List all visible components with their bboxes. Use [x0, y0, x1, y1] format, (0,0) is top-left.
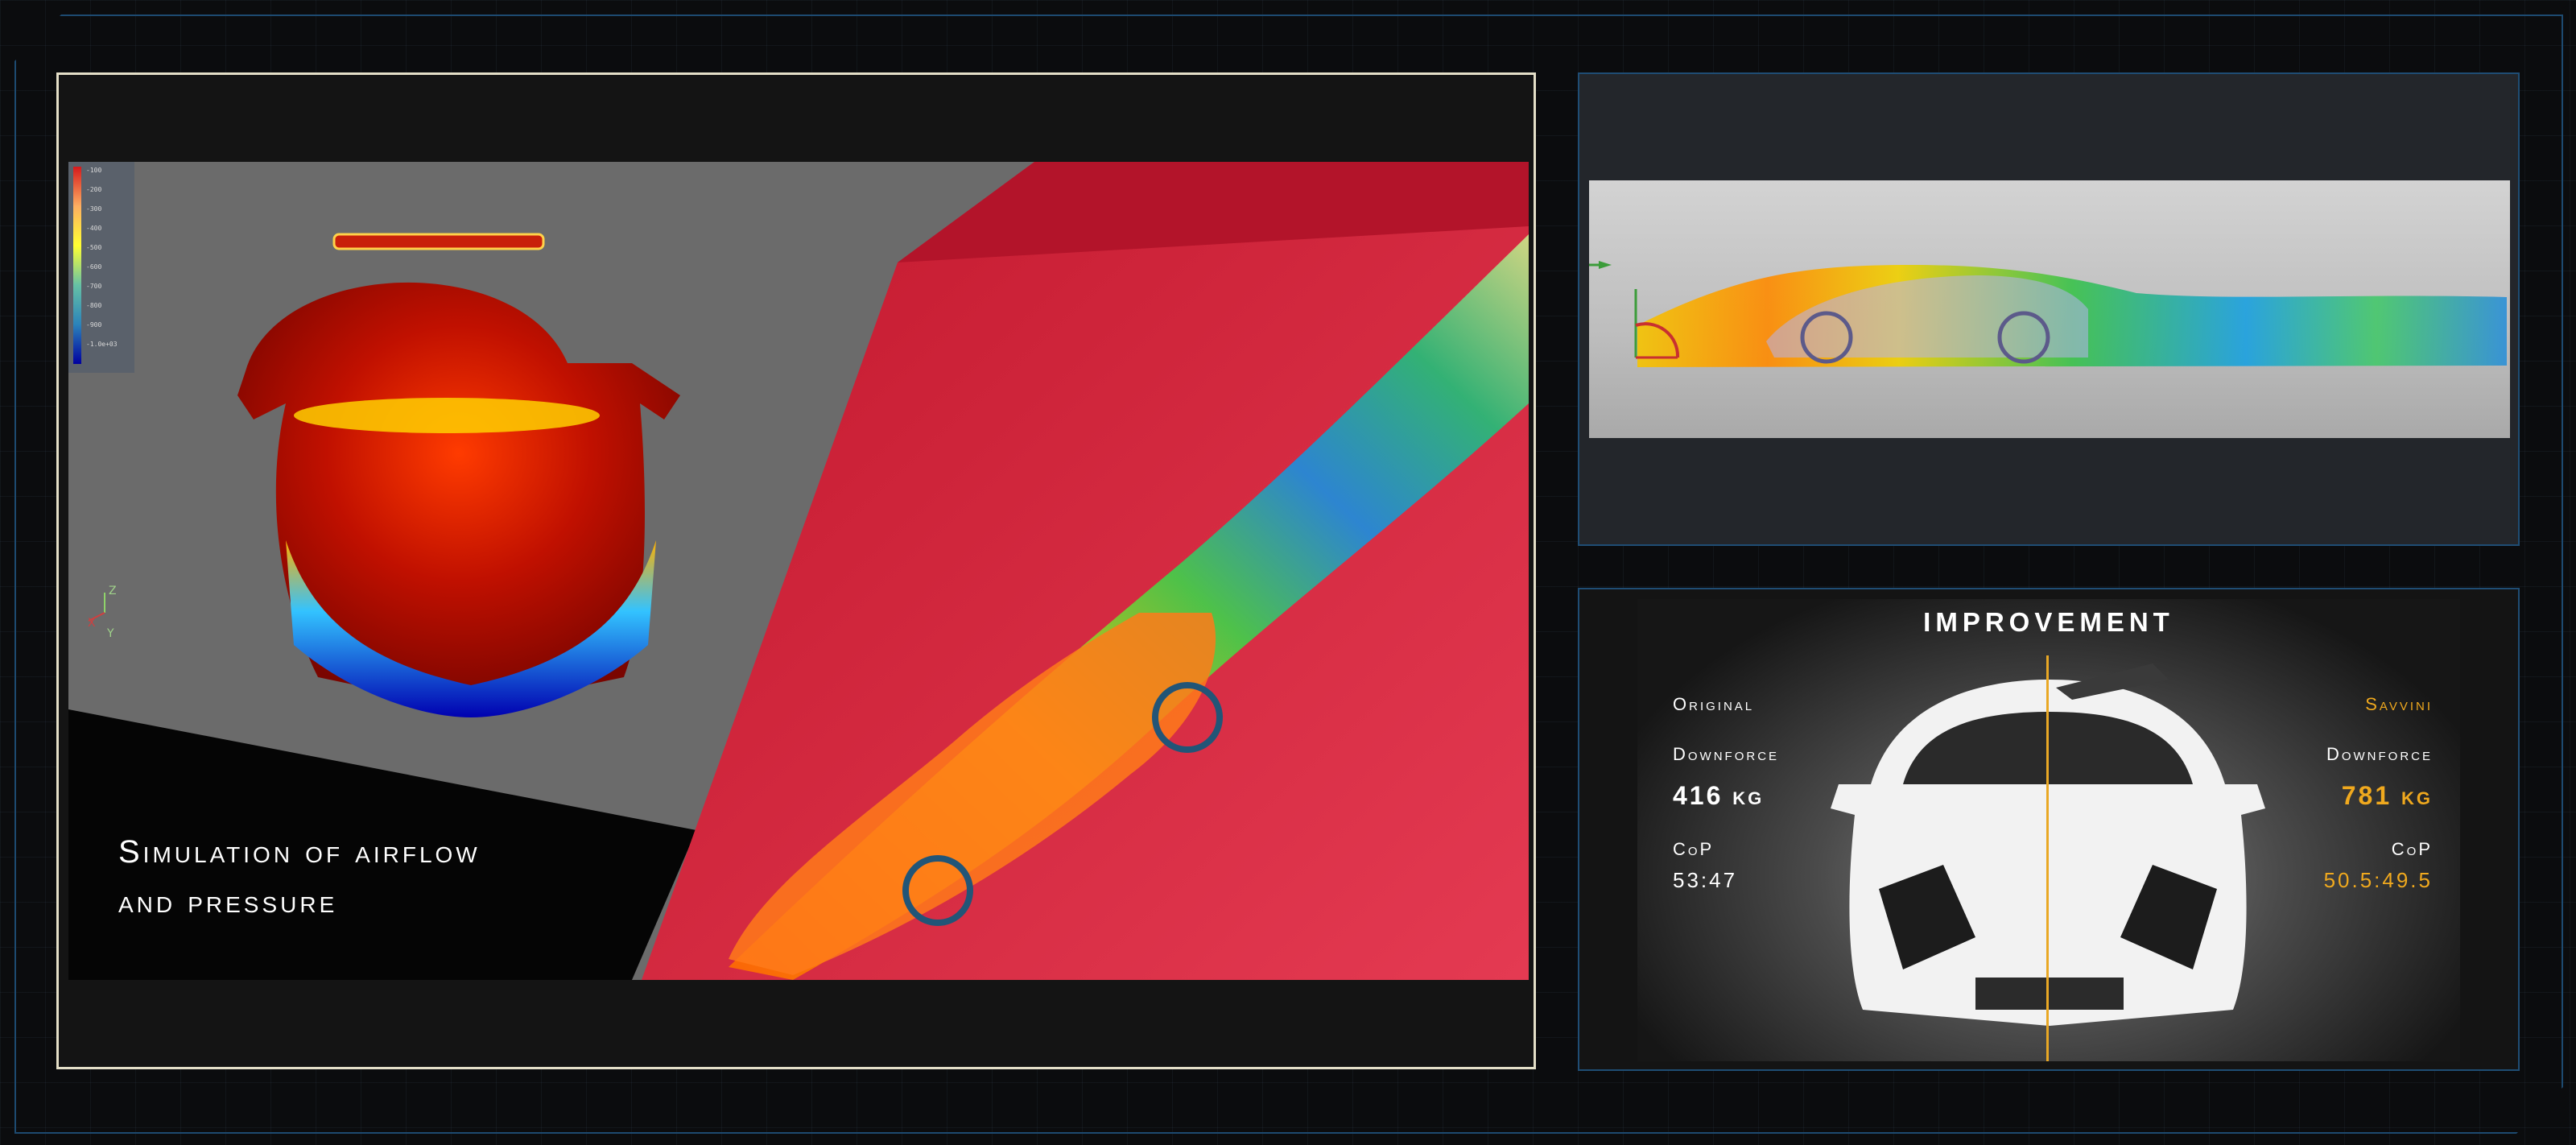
cfd-side-graphic [1589, 261, 2507, 367]
comparison-divider [2046, 655, 2049, 1061]
legend-ticks: -100 -200 -300 -400 -500 -600 -700 -800 … [86, 167, 118, 364]
savvini-downforce-value: 781 kg [2341, 781, 2433, 810]
savvini-cop-label: CoP [2391, 839, 2433, 859]
legend-tick: -600 [86, 263, 102, 271]
original-label: Original [1673, 694, 1755, 714]
simulation-caption: Simulation of airflow and pressure [118, 827, 481, 927]
cfd-side-render [1589, 180, 2510, 438]
original-downforce-value: 416 kg [1673, 781, 1765, 810]
original-cop-value: 53:47 [1673, 868, 1738, 892]
original-cop-label: CoP [1673, 839, 1715, 859]
savvini-cop-value: 50.5:49.5 [2323, 868, 2433, 892]
legend-tick: -800 [86, 302, 102, 309]
legend-tick: -500 [86, 244, 102, 251]
axis-y-label: Y [107, 627, 114, 640]
simulation-panel: -100 -200 -300 -400 -500 -600 -700 -800 … [56, 72, 1536, 1069]
legend-tick: -100 [86, 167, 102, 174]
improvement-card: IMPROVEMENT Original Downforce 416 kg Co… [1637, 599, 2460, 1061]
legend-tick: -700 [86, 283, 102, 290]
legend-tick: -200 [86, 186, 102, 193]
axis-z-label: Z [109, 585, 117, 597]
caption-line-2: and pressure [118, 884, 338, 920]
improvement-title: IMPROVEMENT [1923, 607, 2174, 637]
legend-tick: -1.0e+03 [86, 341, 118, 348]
simulation-render: -100 -200 -300 -400 -500 -600 -700 -800 … [68, 162, 1529, 980]
legend-tick: -900 [86, 321, 102, 329]
legend-tick: -300 [86, 205, 102, 213]
improvement-panel: IMPROVEMENT Original Downforce 416 kg Co… [1578, 588, 2520, 1071]
savvini-downforce-label: Downforce [2326, 744, 2433, 764]
axis-x-label: X [88, 617, 96, 630]
legend-color-bar [73, 167, 81, 364]
original-downforce-label: Downforce [1673, 744, 1780, 764]
cfd-side-panel [1578, 72, 2520, 546]
legend-tick: -400 [86, 225, 102, 232]
car-front-image [1831, 663, 2265, 1026]
savvini-label: Savvini [2365, 694, 2433, 714]
pressure-legend: -100 -200 -300 -400 -500 -600 -700 -800 … [68, 162, 134, 373]
caption-line-1: Simulation of airflow [118, 834, 481, 870]
